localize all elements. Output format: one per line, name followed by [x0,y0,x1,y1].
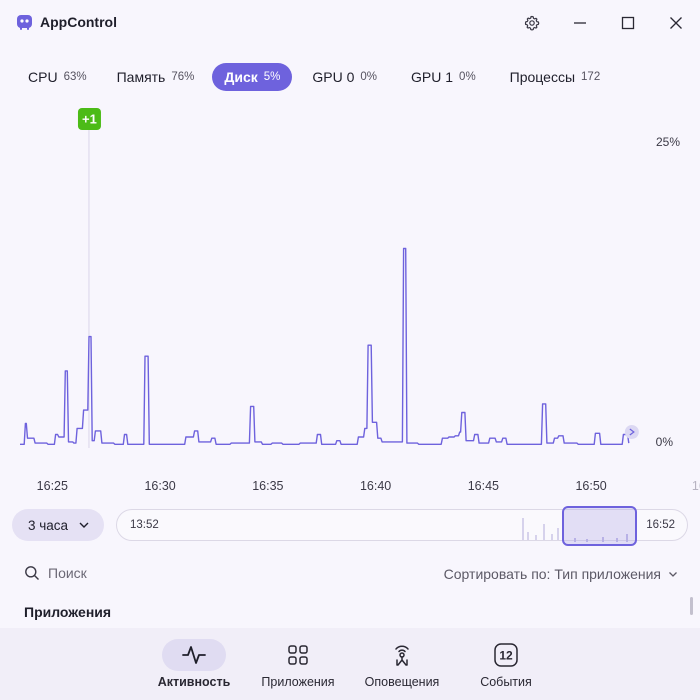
maximize-icon [621,16,635,30]
tab-label: Процессы [509,69,576,85]
tab-disk[interactable]: Диск 5% [212,63,293,91]
search-icon [25,566,39,580]
tab-value: 63% [63,71,87,83]
disk-usage-chart[interactable]: +1 25% 0% 16:25 16:30 16:35 16:40 16:45 16:50 16 [0,100,700,500]
time-range-label: 3 часа [28,517,69,533]
tab-gpu1[interactable]: GPU 1 0% [399,63,488,91]
x-tick-label: 16 [692,479,700,493]
metric-tabs: CPU 63% Память 76% Диск 5% GPU 0 0% GPU … [16,62,612,92]
nav-apps[interactable]: Приложения [253,628,343,700]
y-max-label: 25% [656,135,680,149]
tab-label: Память [116,69,166,85]
minimize-button[interactable] [568,11,592,35]
y-min-label: 0% [656,435,674,449]
bottom-navigation: Активность Приложения Оповещения 12 Собы… [0,628,700,700]
nav-label: Оповещения [364,675,440,689]
tab-value: 76% [171,71,195,83]
chevron-down-icon [669,572,677,577]
settings-button[interactable] [520,11,544,35]
tab-label: GPU 0 [312,69,355,85]
x-tick-label: 16:50 [575,479,606,493]
grid-icon [288,645,308,665]
search-input[interactable]: Поиск [24,565,87,581]
tab-value: 0% [459,71,476,83]
nav-notifications[interactable]: Оповещения [357,628,447,700]
nav-icon-wrap: 12 [474,639,538,671]
time-range-select[interactable]: 3 часа [12,509,104,541]
nav-icon-wrap [370,639,434,671]
x-tick-label: 16:40 [360,479,391,493]
sort-label: Сортировать по: Тип приложения [443,566,661,582]
chevron-down-icon [79,522,89,528]
timeline-window-handle[interactable] [562,506,637,546]
events-icon: 12 [494,643,518,667]
notifications-icon [395,645,409,666]
scrollbar-thumb[interactable] [690,597,693,615]
activity-icon [182,646,206,664]
tab-label: GPU 1 [411,69,454,85]
close-button[interactable] [664,11,688,35]
events-badge-count: 12 [499,649,513,663]
x-tick-label: 16:30 [144,479,175,493]
event-marker-label: +1 [82,112,97,127]
gear-icon [524,15,540,31]
tab-label: CPU [28,69,58,85]
tab-processes[interactable]: Процессы 172 [498,63,613,91]
tab-memory[interactable]: Память 76% [105,63,207,91]
maximize-button[interactable] [616,11,640,35]
tab-cpu[interactable]: CPU 63% [16,63,99,91]
nav-label: Активность [157,675,231,689]
minimize-icon [574,22,586,24]
title-bar: AppControl [0,0,700,46]
apps-section-title: Приложения [24,604,112,620]
nav-activity[interactable]: Активность [149,628,239,700]
nav-icon-wrap [266,639,330,671]
tab-gpu0[interactable]: GPU 0 0% [300,63,389,91]
search-placeholder: Поиск [48,565,87,581]
chart-svg: +1 25% 0% 16:25 16:30 16:35 16:40 16:45 16:50 16 [20,108,700,493]
tab-value: 172 [581,71,601,83]
nav-label: Приложения [261,675,335,689]
nav-events[interactable]: 12 События [461,628,551,700]
tab-value: 0% [360,71,378,83]
nav-label: События [480,675,532,689]
live-indicator [624,425,639,439]
nav-icon-wrap [162,639,226,671]
close-icon [670,17,682,29]
timeline-window-minimap [574,534,628,542]
sort-dropdown[interactable]: Сортировать по: Тип приложения [444,566,678,582]
series-line [20,247,630,445]
tab-value: 5% [263,71,281,83]
x-tick-label: 16:25 [37,479,68,493]
x-tick-label: 16:35 [252,479,283,493]
app-title: AppControl [40,14,117,30]
timeline-scrubber[interactable]: 13:52 16:52 [116,506,688,546]
tab-label: Диск [224,69,258,85]
timeline-end-label: 16:52 [646,519,675,531]
app-logo-icon [17,15,32,30]
x-tick-label: 16:45 [468,479,499,493]
